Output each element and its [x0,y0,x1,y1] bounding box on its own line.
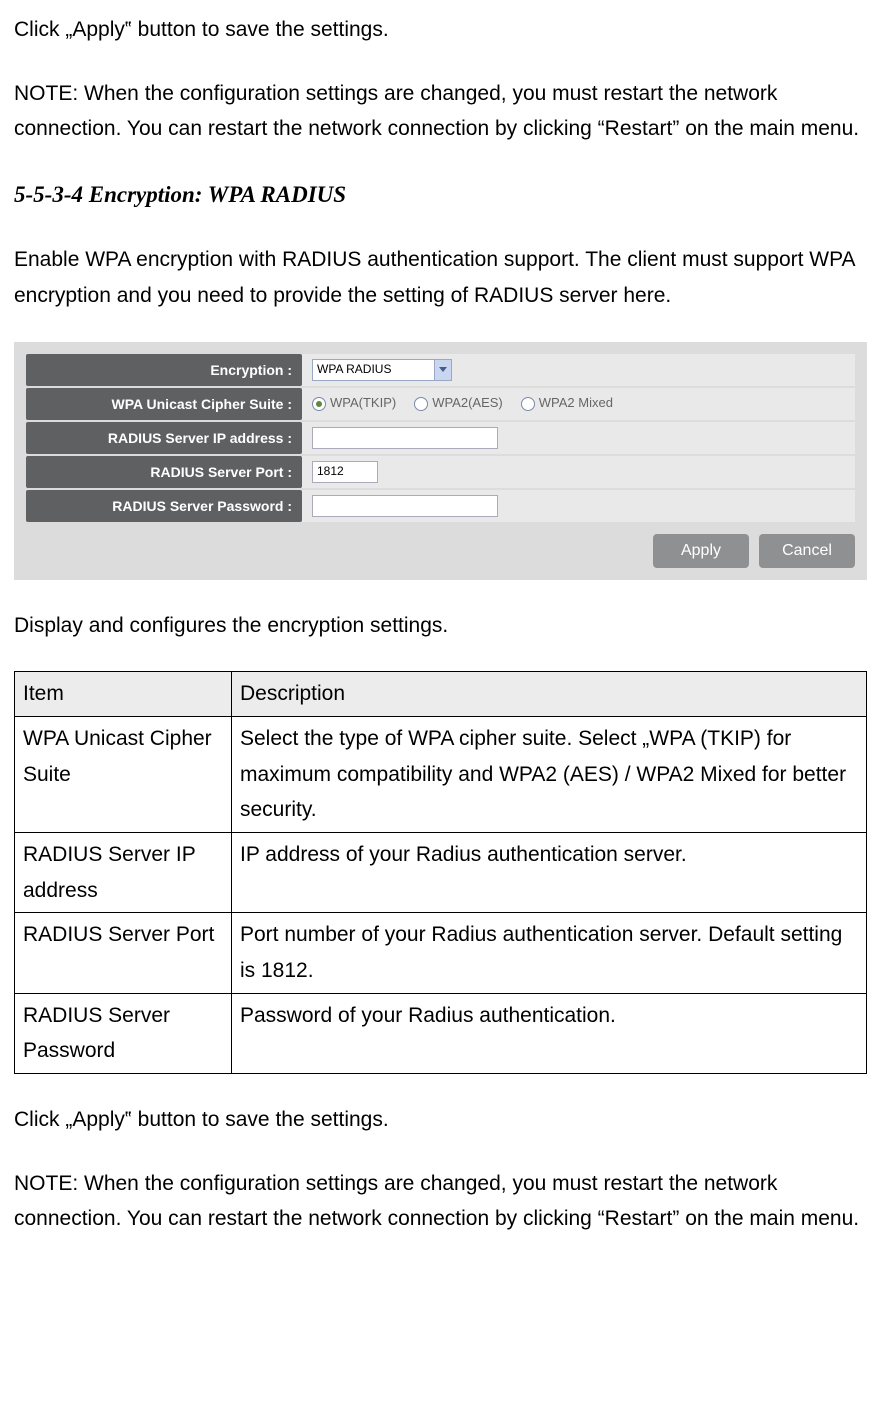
row-cipher: WPA Unicast Cipher Suite : WPA(TKIP) WPA… [26,388,855,420]
label-radius-password: RADIUS Server Password : [26,490,302,522]
radius-port-input[interactable]: 1812 [312,461,378,483]
row-radius-password: RADIUS Server Password : [26,490,855,522]
cell-desc: Select the type of WPA cipher suite. Sel… [232,716,867,832]
radio-wpa2-aes[interactable]: WPA2(AES) [414,392,503,414]
field-radius-password [302,490,855,522]
radio-label: WPA(TKIP) [330,392,396,414]
section-intro: Enable WPA encryption with RADIUS authen… [14,242,867,313]
table-row: RADIUS Server Password Password of your … [15,993,867,1073]
restart-note-top: NOTE: When the configuration settings ar… [14,76,867,147]
label-encryption: Encryption : [26,354,302,386]
cell-item: RADIUS Server Port [15,913,232,993]
radio-wpa2-mixed[interactable]: WPA2 Mixed [521,392,613,414]
description-table: Item Description WPA Unicast Cipher Suit… [14,671,867,1074]
radio-icon [414,397,428,411]
table-row: RADIUS Server IP address IP address of y… [15,832,867,912]
settings-panel: Encryption : WPA RADIUS WPA Unicast Ciph… [14,342,867,580]
cell-desc: IP address of your Radius authentication… [232,832,867,912]
radio-icon [312,397,326,411]
table-intro: Display and configures the encryption se… [14,608,867,644]
row-encryption: Encryption : WPA RADIUS [26,354,855,386]
cell-item: RADIUS Server IP address [15,832,232,912]
radius-password-input[interactable] [312,495,498,517]
label-radius-port: RADIUS Server Port : [26,456,302,488]
radio-label: WPA2 Mixed [539,392,613,414]
header-description: Description [232,672,867,717]
encryption-select[interactable]: WPA RADIUS [312,359,452,381]
button-row: Apply Cancel [26,534,855,568]
radio-label: WPA2(AES) [432,392,503,414]
cell-desc: Port number of your Radius authenticatio… [232,913,867,993]
field-radius-ip [302,422,855,454]
cell-desc: Password of your Radius authentication. [232,993,867,1073]
row-radius-ip: RADIUS Server IP address : [26,422,855,454]
radio-wpa-tkip[interactable]: WPA(TKIP) [312,392,396,414]
field-encryption: WPA RADIUS [302,354,855,386]
header-item: Item [15,672,232,717]
restart-note-bottom: NOTE: When the configuration settings ar… [14,1166,867,1237]
encryption-select-value: WPA RADIUS [317,359,391,379]
radio-icon [521,397,535,411]
section-heading: 5-5-3-4 Encryption: WPA RADIUS [14,175,867,214]
cancel-button[interactable]: Cancel [759,534,855,568]
apply-instruction-bottom: Click „Apply‟ button to save the setting… [14,1102,867,1138]
chevron-down-icon [439,367,447,372]
label-cipher: WPA Unicast Cipher Suite : [26,388,302,420]
cell-item: RADIUS Server Password [15,993,232,1073]
radius-ip-input[interactable] [312,427,498,449]
table-row: WPA Unicast Cipher Suite Select the type… [15,716,867,832]
field-radius-port: 1812 [302,456,855,488]
cell-item: WPA Unicast Cipher Suite [15,716,232,832]
row-radius-port: RADIUS Server Port : 1812 [26,456,855,488]
table-row: RADIUS Server Port Port number of your R… [15,913,867,993]
table-header-row: Item Description [15,672,867,717]
apply-instruction-top: Click „Apply‟ button to save the setting… [14,12,867,48]
label-radius-ip: RADIUS Server IP address : [26,422,302,454]
field-cipher: WPA(TKIP) WPA2(AES) WPA2 Mixed [302,388,855,420]
apply-button[interactable]: Apply [653,534,749,568]
